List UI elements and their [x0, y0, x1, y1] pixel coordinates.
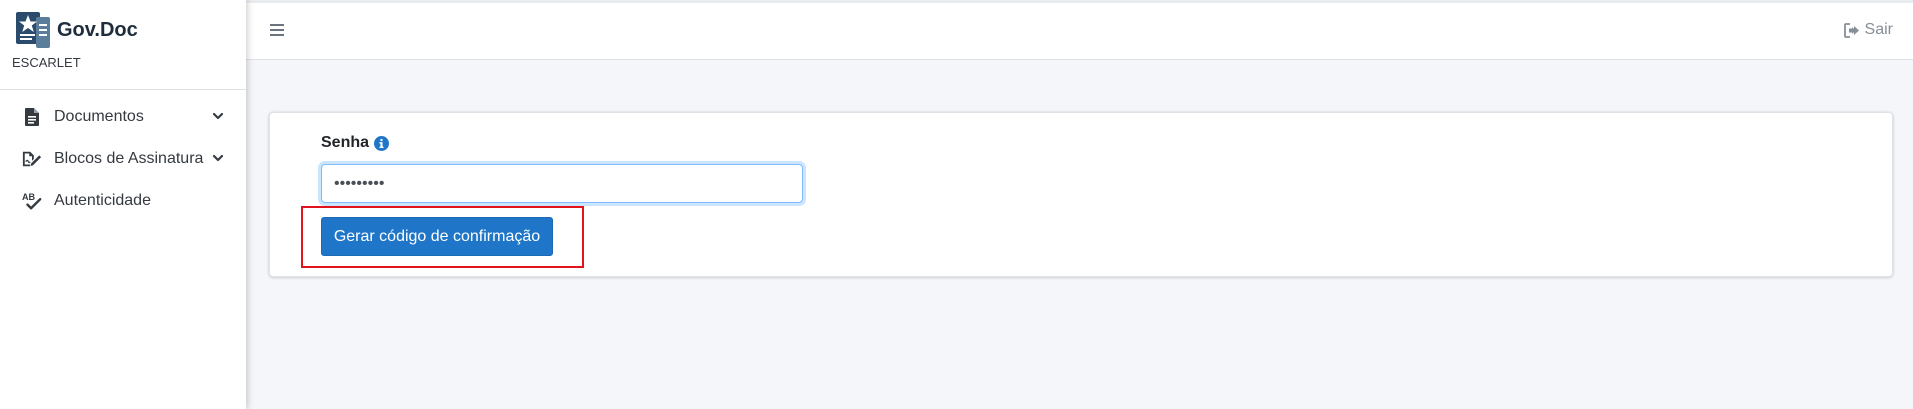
password-card: Senha Gerar código de confirmação [269, 112, 1893, 277]
chevron-down-icon [212, 154, 224, 162]
sidebar-item-label: Autenticidade [54, 192, 151, 209]
generate-confirmation-code-button[interactable]: Gerar código de confirmação [321, 217, 553, 256]
sidebar-item-blocos-de-assinatura[interactable]: Blocos de Assinatura [0, 138, 246, 180]
svg-text:AB: AB [22, 192, 36, 202]
chevron-down-icon [212, 112, 224, 120]
logout-label: Sair [1864, 21, 1893, 38]
sidebar-item-autenticidade[interactable]: AB Autenticidade [0, 180, 246, 222]
password-label: Senha [321, 134, 390, 152]
sidebar-item-documentos[interactable]: Documentos [0, 96, 246, 138]
top-navbar: Sair [246, 0, 1913, 60]
brand-subtitle: ESCARLET [12, 55, 81, 70]
sidebar-nav: Documentos Blocos de Assinatura AB Auten… [0, 96, 246, 222]
sidebar-item-label: Documentos [54, 108, 144, 125]
signature-icon [22, 149, 42, 169]
file-document-icon [22, 107, 42, 127]
sign-out-icon [1843, 22, 1859, 38]
gov-doc-logo-icon [16, 12, 50, 48]
brand-title: Gov.Doc [57, 19, 138, 41]
spell-check-icon: AB [22, 191, 42, 211]
sidebar-item-label: Blocos de Assinatura [54, 150, 204, 167]
password-label-text: Senha [321, 134, 370, 151]
logout-link[interactable]: Sair [1843, 21, 1893, 39]
password-input[interactable] [321, 164, 803, 203]
sidebar: Gov.Doc ESCARLET Documentos Blocos de As… [0, 0, 246, 409]
brand: Gov.Doc ESCARLET [0, 0, 246, 90]
info-icon[interactable] [374, 135, 390, 151]
hamburger-icon[interactable] [268, 21, 286, 39]
